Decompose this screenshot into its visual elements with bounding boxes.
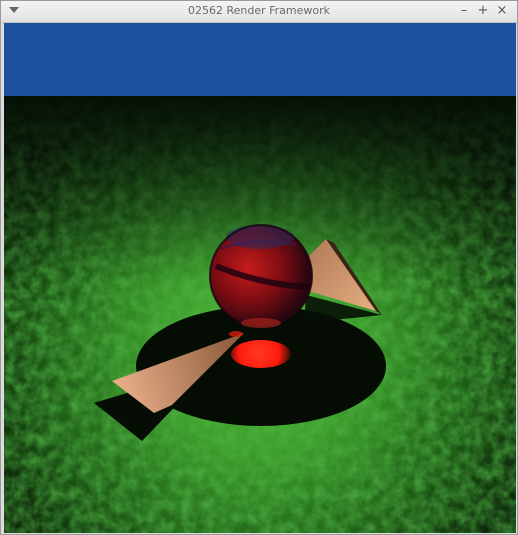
red-light-spot xyxy=(231,340,291,368)
close-button[interactable]: × xyxy=(494,3,510,19)
render-canvas xyxy=(4,23,516,533)
window-title: 02562 Render Framework xyxy=(187,4,331,17)
glass-sphere xyxy=(209,224,313,328)
title-bar[interactable]: 02562 Render Framework – + × xyxy=(1,1,517,23)
sky-region xyxy=(4,23,516,96)
caustic-spot xyxy=(229,331,243,337)
maximize-button[interactable]: + xyxy=(475,3,491,19)
app-window: 02562 Render Framework – + × xyxy=(0,0,518,535)
minimize-button[interactable]: – xyxy=(456,3,472,19)
render-viewport[interactable] xyxy=(4,23,516,533)
